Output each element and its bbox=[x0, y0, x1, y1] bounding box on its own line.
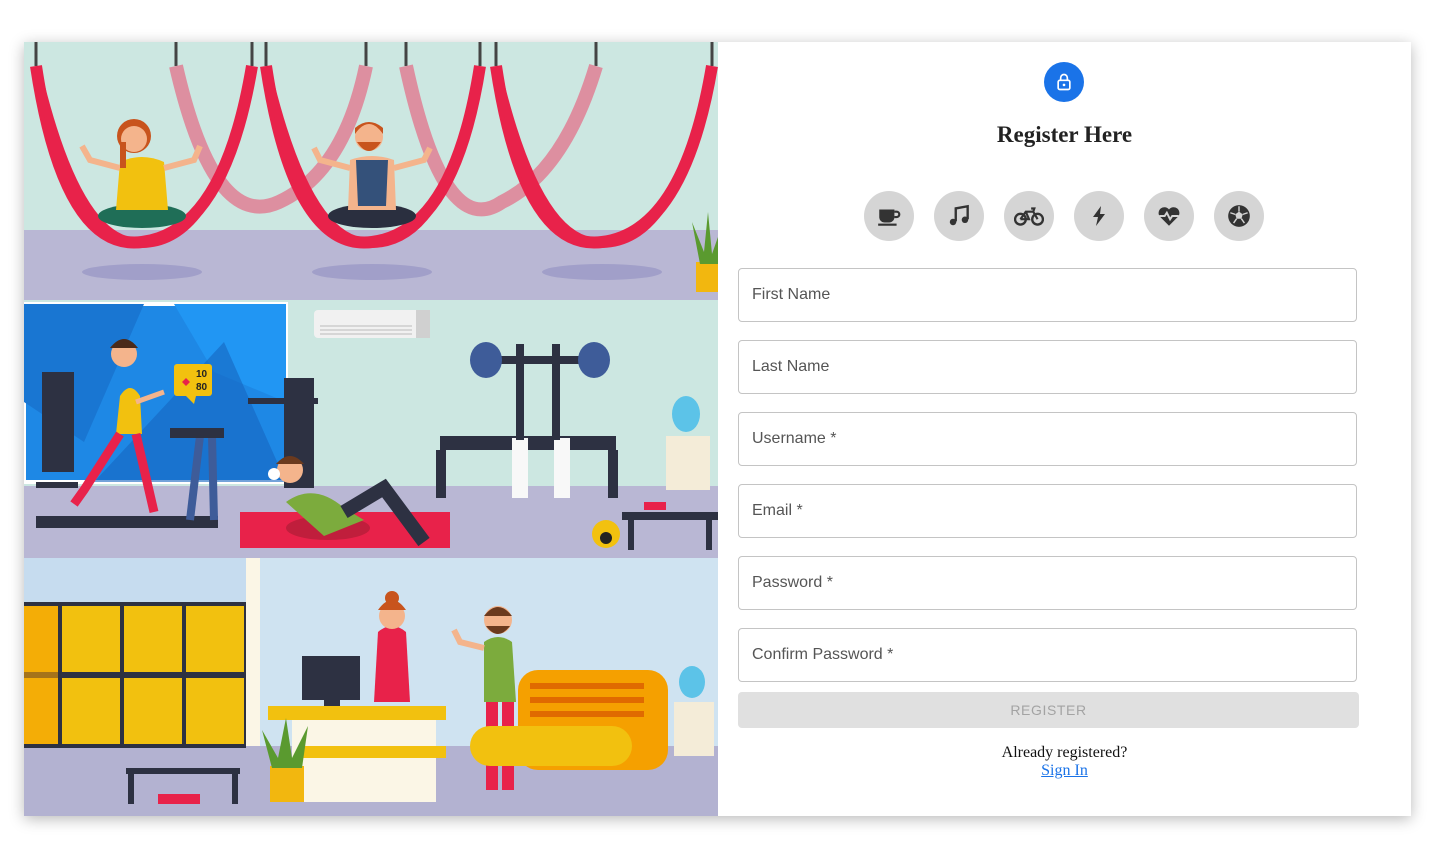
register-button[interactable]: REGISTER bbox=[738, 692, 1359, 728]
lobby-scene bbox=[24, 558, 718, 816]
lightning-icon[interactable] bbox=[1074, 191, 1124, 241]
sign-in-row: Sign In bbox=[718, 762, 1411, 780]
register-panel: Register Here First Name Last Name Usern… bbox=[718, 42, 1411, 816]
username-field[interactable]: Username * bbox=[738, 412, 1357, 466]
coffee-icon[interactable] bbox=[864, 191, 914, 241]
first-name-label: First Name bbox=[752, 286, 831, 303]
lock-icon bbox=[1044, 62, 1084, 102]
register-card: 10 80 Register Here First Name Last Name… bbox=[24, 42, 1411, 816]
yoga-scene bbox=[24, 42, 718, 300]
confirm-password-field[interactable]: Confirm Password * bbox=[738, 628, 1357, 682]
confirm-password-label: Confirm Password * bbox=[752, 646, 894, 663]
gym-illustration: 10 80 bbox=[24, 42, 718, 816]
email-field[interactable]: Email * bbox=[738, 484, 1357, 538]
page-title: Register Here bbox=[996, 122, 1133, 147]
first-name-field[interactable]: First Name bbox=[738, 268, 1357, 322]
email-label: Email * bbox=[752, 502, 803, 519]
music-icon[interactable] bbox=[934, 191, 984, 241]
already-registered-text: Already registered? bbox=[1001, 744, 1128, 761]
sign-in-link[interactable]: Sign In bbox=[1041, 762, 1088, 779]
soccer-ball-icon[interactable] bbox=[1214, 191, 1264, 241]
tracker-heart: 80 bbox=[196, 382, 208, 393]
cardio-scene: 10 80 bbox=[24, 300, 718, 558]
password-label: Password * bbox=[752, 574, 833, 591]
heartbeat-icon[interactable] bbox=[1144, 191, 1194, 241]
last-name-label: Last Name bbox=[752, 358, 830, 375]
password-field[interactable]: Password * bbox=[738, 556, 1357, 610]
category-icons bbox=[864, 191, 1264, 241]
tracker-steps: 10 bbox=[196, 369, 208, 380]
username-label: Username * bbox=[752, 430, 837, 447]
bicycle-icon[interactable] bbox=[1004, 191, 1054, 241]
last-name-field[interactable]: Last Name bbox=[738, 340, 1357, 394]
